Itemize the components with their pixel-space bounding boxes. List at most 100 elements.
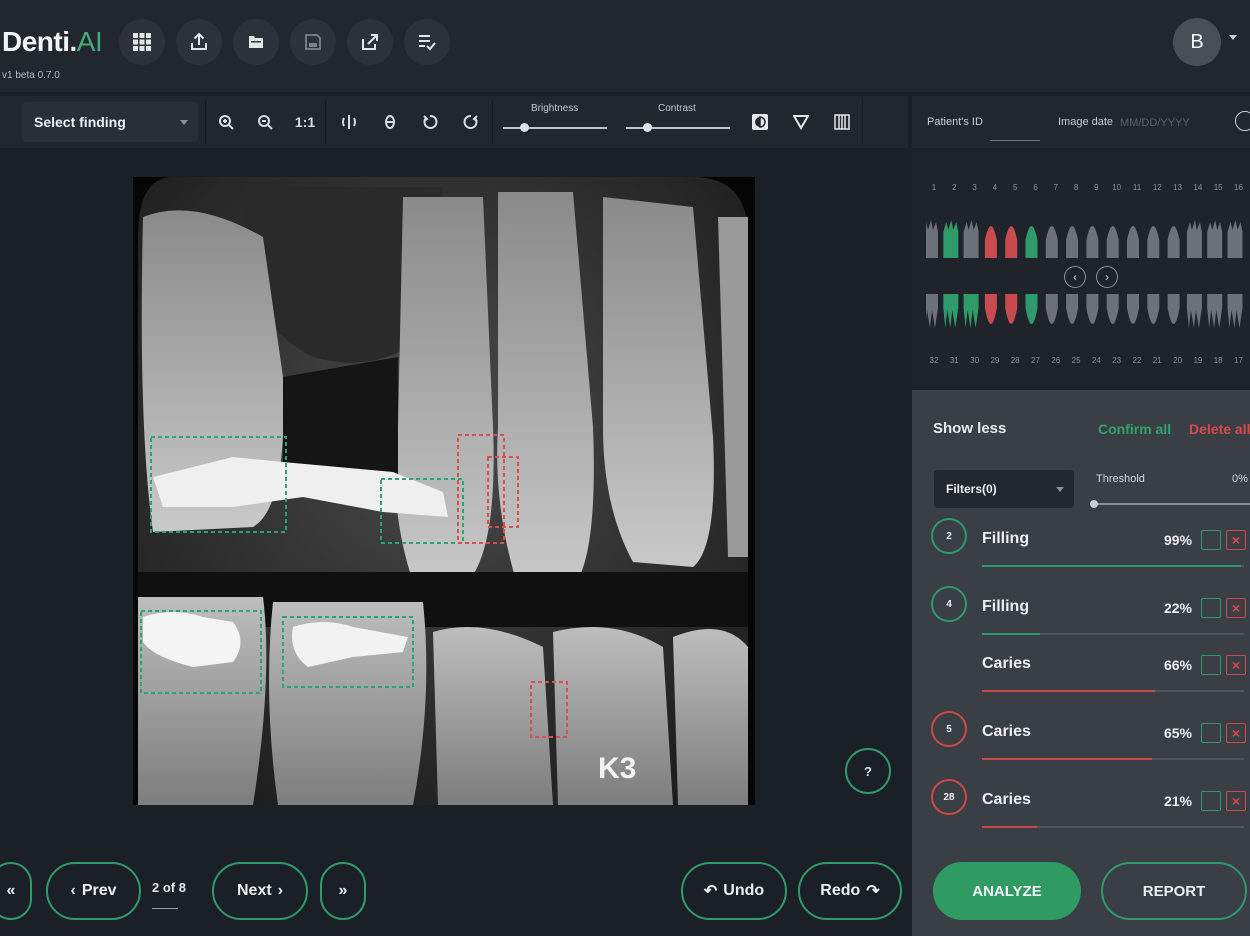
tooth-shape xyxy=(1127,294,1139,324)
actual-size-button[interactable]: 1:1 xyxy=(291,108,319,136)
brightness-slider-handle[interactable] xyxy=(519,123,529,132)
upload-icon[interactable] xyxy=(176,19,222,65)
folder-icon[interactable] xyxy=(233,19,279,65)
tooth-shape xyxy=(1207,294,1223,328)
tooth-number-badge[interactable]: 28 xyxy=(931,779,967,815)
confirm-finding-checkbox[interactable] xyxy=(1201,655,1221,675)
tooth-number: 21 xyxy=(1152,356,1162,365)
confidence-bar-fill xyxy=(982,690,1155,692)
tooth-number: 1 xyxy=(931,183,937,192)
tooth-shape xyxy=(926,220,938,258)
delete-finding-icon[interactable]: × xyxy=(1226,791,1246,811)
tooth-shape xyxy=(1086,294,1099,324)
tooth-number: 7 xyxy=(1053,183,1059,192)
dental-xray-image[interactable]: K3 xyxy=(133,177,755,805)
zoom-out-icon[interactable] xyxy=(251,108,279,136)
flip-vertical-icon[interactable] xyxy=(376,108,404,136)
app-logo: Denti.AI xyxy=(2,26,103,57)
tooth-shape xyxy=(984,294,997,324)
app-version: v1 beta 0.7.0 xyxy=(2,70,60,81)
tooth-shape xyxy=(943,220,959,258)
filters-dropdown[interactable]: Filters(0) xyxy=(934,470,1074,508)
finding-name: Caries xyxy=(982,723,1031,740)
invert-icon[interactable] xyxy=(746,108,774,136)
confirm-finding-checkbox[interactable] xyxy=(1201,598,1221,618)
tooth-shape xyxy=(1147,294,1160,324)
delete-all-button[interactable]: Delete all xyxy=(1189,421,1250,437)
chevron-right-icon: › xyxy=(277,882,283,899)
analyze-button[interactable]: ANALYZE xyxy=(933,862,1081,920)
brightness-slider[interactable] xyxy=(503,127,607,129)
tooth-number-badge[interactable]: 2 xyxy=(931,518,967,554)
first-page-button[interactable]: « xyxy=(0,862,32,920)
last-page-button[interactable]: » xyxy=(320,862,366,920)
save-icon[interactable] xyxy=(290,19,336,65)
tooth-shape xyxy=(1186,294,1202,328)
tooth-shape xyxy=(1227,220,1243,258)
prev-button[interactable]: ‹ Prev xyxy=(46,862,141,920)
patient-id-label: Patient's ID xyxy=(927,116,983,128)
tooth-number-badge[interactable]: 5 xyxy=(931,711,967,747)
threshold-slider-handle[interactable] xyxy=(1090,500,1098,508)
tooth-number: 15 xyxy=(1213,183,1223,192)
grid-icon[interactable] xyxy=(119,19,165,65)
tooth-number: 23 xyxy=(1112,356,1122,365)
tooth-shape xyxy=(963,220,979,258)
tooth-number: 6 xyxy=(1033,183,1038,192)
delete-finding-icon[interactable]: × xyxy=(1226,530,1246,550)
tooth-number: 24 xyxy=(1091,356,1101,365)
info-icon[interactable] xyxy=(1235,111,1250,131)
rotate-left-icon[interactable] xyxy=(416,108,444,136)
confirm-all-button[interactable]: Confirm all xyxy=(1098,421,1171,437)
tooth-number-badge[interactable]: 4 xyxy=(931,586,967,622)
lower-teeth-row[interactable] xyxy=(926,292,1250,340)
share-icon[interactable] xyxy=(347,19,393,65)
threshold-slider[interactable] xyxy=(1094,503,1250,505)
columns-icon[interactable] xyxy=(828,108,856,136)
confirm-finding-checkbox[interactable] xyxy=(1201,723,1221,743)
next-button[interactable]: Next › xyxy=(212,862,308,920)
tooth-shape xyxy=(1045,226,1058,258)
confidence-bar-fill xyxy=(982,826,1038,828)
undo-button[interactable]: ↶ Undo xyxy=(681,862,787,920)
show-less-toggle[interactable]: Show less xyxy=(933,420,1006,437)
select-finding-dropdown[interactable]: Select finding xyxy=(22,102,198,142)
image-date-input[interactable]: MM/DD/YYYY xyxy=(1120,117,1190,129)
tooth-shape xyxy=(984,226,997,258)
contrast-slider[interactable] xyxy=(626,127,730,129)
zoom-in-icon[interactable] xyxy=(212,108,240,136)
delete-finding-icon[interactable]: × xyxy=(1226,598,1246,618)
tooth-number: 18 xyxy=(1213,356,1223,365)
tooth-number: 27 xyxy=(1031,356,1040,365)
delete-finding-icon[interactable]: × xyxy=(1226,723,1246,743)
report-button[interactable]: REPORT xyxy=(1101,862,1247,920)
confirm-finding-checkbox[interactable] xyxy=(1201,530,1221,550)
user-avatar[interactable]: B xyxy=(1173,18,1221,66)
filter-triangle-icon[interactable] xyxy=(787,108,815,136)
flip-horizontal-icon[interactable] xyxy=(335,108,363,136)
confirm-finding-checkbox[interactable] xyxy=(1201,791,1221,811)
tooth-number: 29 xyxy=(990,356,1000,365)
tooth-shape xyxy=(1127,226,1139,258)
chart-prev-button[interactable]: ‹ xyxy=(1064,266,1086,288)
upper-teeth-row[interactable] xyxy=(926,212,1250,260)
tooth-number: 25 xyxy=(1071,356,1081,365)
checklist-icon[interactable] xyxy=(404,19,450,65)
toolbar-divider xyxy=(492,100,493,144)
rotate-right-icon[interactable] xyxy=(457,108,485,136)
tooth-number: 26 xyxy=(1051,356,1061,365)
tooth-shape xyxy=(1066,226,1079,258)
chart-next-button[interactable]: › xyxy=(1096,266,1118,288)
finding-name: Filling xyxy=(982,530,1030,547)
help-button[interactable]: ? xyxy=(845,748,891,794)
patient-id-input[interactable] xyxy=(990,140,1040,141)
tooth-number: 22 xyxy=(1132,356,1142,365)
tooth-shape xyxy=(1147,226,1160,258)
redo-icon: ↷ xyxy=(866,883,880,900)
contrast-slider-handle[interactable] xyxy=(642,123,652,132)
page-indicator-underline xyxy=(152,908,178,909)
tooth-shape xyxy=(1005,226,1018,258)
delete-finding-icon[interactable]: × xyxy=(1226,655,1246,675)
avatar-dropdown-icon[interactable] xyxy=(1229,35,1237,40)
redo-button[interactable]: Redo ↷ xyxy=(798,862,902,920)
